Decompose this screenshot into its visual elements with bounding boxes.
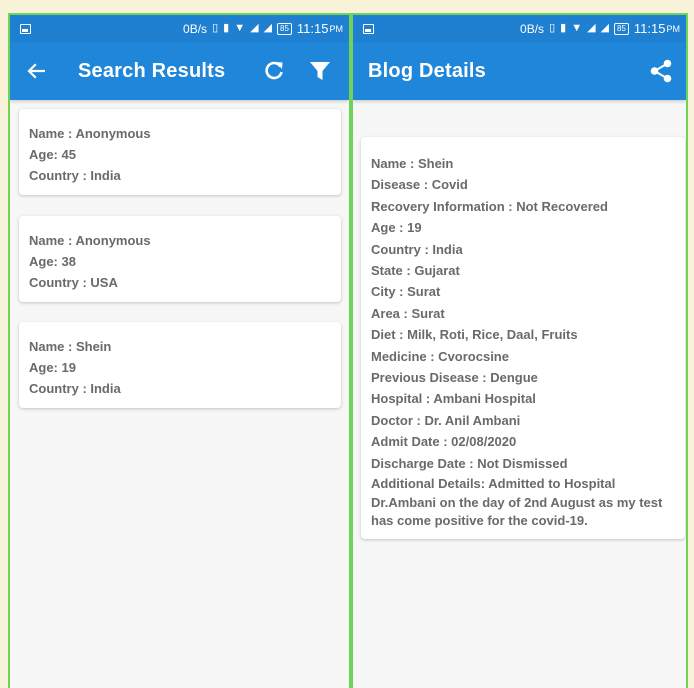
result-age: Age: 38 — [29, 254, 76, 269]
detail-admit-date: Admit Date : 02/08/2020 — [371, 434, 517, 450]
data-speed: 0B/s — [520, 21, 545, 36]
result-country: Country : USA — [29, 275, 118, 290]
result-name: Name : Anonymous — [29, 233, 151, 248]
result-country: Country : India — [29, 381, 121, 396]
detail-discharge-date: Discharge Date : Not Dismissed — [371, 455, 568, 471]
phone-icon: ▯ — [212, 22, 219, 34]
clock-ampm: PM — [329, 23, 344, 34]
signal-2-icon: ◢ — [600, 22, 610, 34]
signal-icon: ◢ — [587, 22, 596, 34]
detail-area: Area : Surat — [371, 305, 445, 321]
detail-recovery: Recovery Information : Not Recovered — [371, 198, 608, 214]
image-notification-icon — [363, 23, 374, 34]
filter-icon[interactable] — [297, 51, 343, 91]
phone-icon: ▯ — [549, 22, 556, 34]
result-card[interactable]: Name : Anonymous Age: 38 Country : USA — [19, 216, 341, 302]
back-arrow-icon[interactable] — [10, 63, 62, 79]
vibrate-icon: ▮ — [560, 22, 567, 34]
detail-disease: Disease : Covid — [371, 177, 468, 193]
detail-state: State : Gujarat — [371, 263, 460, 279]
result-age: Age: 45 — [29, 147, 76, 162]
battery-icon: 85 — [277, 22, 292, 35]
app-bar: Blog Details — [353, 42, 686, 100]
result-age: Age: 19 — [29, 360, 76, 375]
battery-icon: 85 — [614, 22, 629, 35]
result-name: Name : Shein — [29, 339, 112, 354]
vibrate-icon: ▮ — [223, 22, 230, 34]
search-results-screen: 0B/s ▯ ▮ ▼ ◢ ◢ 85 11:15 PM Search Result… — [10, 15, 349, 688]
status-bar: 0B/s ▯ ▮ ▼ ◢ ◢ 85 11:15 PM — [10, 15, 349, 42]
result-card[interactable]: Name : Shein Age: 19 Country : India — [19, 322, 341, 408]
signal-icon: ◢ — [250, 22, 259, 34]
detail-additional: Additional Details: Admitted to Hospital… — [371, 476, 663, 529]
status-bar: 0B/s ▯ ▮ ▼ ◢ ◢ 85 11:15 PM — [353, 15, 686, 42]
share-icon[interactable] — [638, 51, 684, 91]
page-title: Blog Details — [368, 59, 486, 82]
app-bar: Search Results — [10, 42, 349, 100]
result-country: Country : India — [29, 168, 121, 183]
result-card[interactable]: Name : Anonymous Age: 45 Country : India — [19, 109, 341, 195]
image-notification-icon — [20, 23, 31, 34]
clock-time: 11:15 — [296, 21, 329, 36]
detail-country: Country : India — [371, 241, 463, 257]
detail-doctor: Doctor : Dr. Anil Ambani — [371, 412, 521, 428]
clock-ampm: PM — [666, 23, 681, 34]
detail-previous-disease: Previous Disease : Dengue — [371, 370, 538, 386]
clock-time: 11:15 — [633, 21, 666, 36]
signal-2-icon: ◢ — [263, 22, 273, 34]
wifi-icon: ▼ — [571, 22, 583, 34]
detail-hospital: Hospital : Ambani Hospital — [371, 391, 536, 407]
blog-details-screen: 0B/s ▯ ▮ ▼ ◢ ◢ 85 11:15 PM Blog Details … — [353, 15, 686, 688]
result-name: Name : Anonymous — [29, 126, 151, 141]
detail-medicine: Medicine : Cvorocsine — [371, 348, 509, 364]
data-speed: 0B/s — [183, 21, 208, 36]
detail-age: Age : 19 — [371, 220, 422, 236]
blog-detail-card: Name : Shein Disease : Covid Recovery In… — [361, 137, 685, 539]
screenshot-frame: 0B/s ▯ ▮ ▼ ◢ ◢ 85 11:15 PM Search Result… — [8, 13, 688, 688]
detail-city: City : Surat — [371, 284, 441, 300]
detail-diet: Diet : Milk, Roti, Rice, Daal, Fruits — [371, 327, 578, 343]
wifi-icon: ▼ — [234, 22, 246, 34]
refresh-icon[interactable] — [251, 51, 297, 91]
page-title: Search Results — [78, 59, 226, 82]
detail-name: Name : Shein — [371, 156, 454, 171]
